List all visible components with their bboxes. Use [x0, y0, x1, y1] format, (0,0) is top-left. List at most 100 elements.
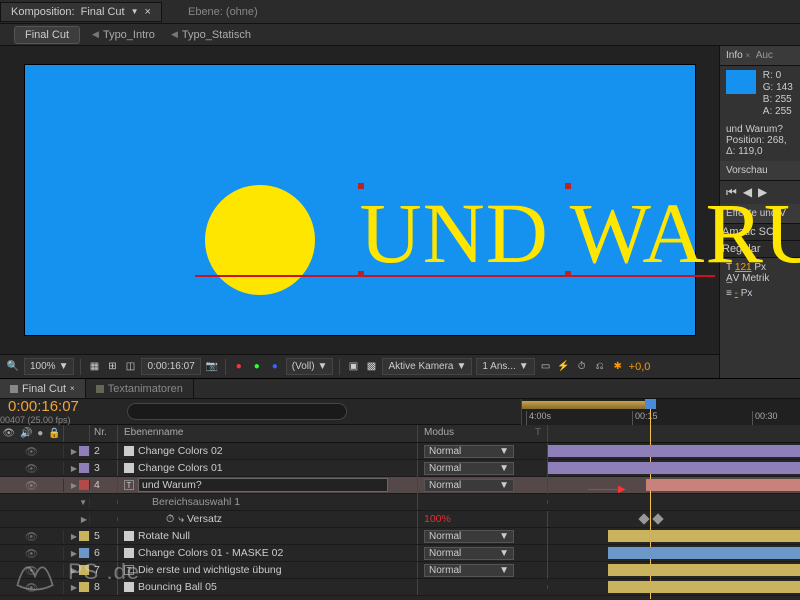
- solo-column-icon[interactable]: ●: [37, 428, 43, 439]
- blend-mode-dropdown[interactable]: Normal▼: [424, 564, 514, 577]
- layer-duration-bar[interactable]: [608, 581, 800, 593]
- layer-name-cell[interactable]: Bereichsauswahl 1: [118, 494, 418, 510]
- visibility-toggle[interactable]: 👁: [25, 479, 38, 492]
- layer-name-cell[interactable]: Bouncing Ball 05: [118, 579, 418, 595]
- selection-handle[interactable]: [565, 271, 571, 277]
- track-area[interactable]: [548, 528, 800, 544]
- layer-duration-bar[interactable]: [608, 564, 800, 576]
- layer-property-row[interactable]: ▼ Bereichsauswahl 1: [0, 494, 800, 511]
- resolution-dropdown[interactable]: (Voll)▼: [286, 358, 334, 375]
- visibility-toggle[interactable]: 👁: [25, 581, 38, 594]
- layer-duration-bar[interactable]: [608, 530, 800, 542]
- dropdown-icon[interactable]: ▼: [131, 7, 139, 16]
- mask-icon[interactable]: ◫: [123, 360, 137, 374]
- label-color[interactable]: [79, 548, 89, 558]
- twirl-icon[interactable]: ▼: [77, 498, 89, 507]
- label-color[interactable]: [79, 463, 89, 473]
- layer-search-input[interactable]: [127, 403, 347, 420]
- visibility-toggle[interactable]: 👁: [25, 462, 38, 475]
- twirl-icon[interactable]: ▶: [69, 549, 79, 558]
- layer-duration-bar[interactable]: [548, 445, 800, 457]
- track-area[interactable]: [548, 443, 800, 459]
- roi-icon[interactable]: ▣: [346, 360, 360, 374]
- title-text-layer[interactable]: UND WARUM: [360, 183, 800, 283]
- timeline-tab[interactable]: Textanimatoren: [86, 379, 194, 398]
- twirl-icon[interactable]: ▶: [69, 481, 79, 490]
- channel-icon[interactable]: ●: [250, 360, 264, 374]
- time-ruler[interactable]: 4:00s 00:15 00:30: [522, 399, 800, 425]
- layer-property-row[interactable]: ▶⏱ ⤷ Versatz100%: [0, 511, 800, 528]
- current-time[interactable]: 0:00:16:07: [141, 358, 200, 375]
- fast-preview-icon[interactable]: ⚡: [557, 360, 571, 374]
- label-color[interactable]: [79, 531, 89, 541]
- timeline-tab-active[interactable]: Final Cut×: [0, 379, 86, 398]
- lock-column-icon[interactable]: 🔒: [48, 428, 60, 439]
- preview-tab[interactable]: Vorschau: [720, 161, 800, 181]
- breadcrumb-item[interactable]: ◀Typo_Intro: [88, 29, 159, 41]
- twirl-icon[interactable]: ▶: [69, 566, 79, 575]
- grid-icon[interactable]: ▦: [87, 360, 101, 374]
- col-header-mode[interactable]: ModusT: [418, 425, 548, 442]
- snapshot-icon[interactable]: 📷: [205, 360, 219, 374]
- layer-row[interactable]: 👁▶7T Die erste und wichtigste übungNorma…: [0, 562, 800, 579]
- audio-column-icon[interactable]: 🔊: [20, 428, 32, 439]
- twirl-icon[interactable]: ▶: [69, 532, 79, 541]
- twirl-icon[interactable]: ▶: [69, 447, 79, 456]
- visibility-toggle[interactable]: 👁: [25, 564, 38, 577]
- twirl-icon[interactable]: ▶: [69, 583, 79, 592]
- blend-mode-dropdown[interactable]: Normal▼: [424, 479, 514, 492]
- layer-duration-bar[interactable]: [608, 547, 800, 559]
- breadcrumb-item[interactable]: ◀Typo_Statisch: [167, 29, 255, 41]
- channel-icon[interactable]: ●: [232, 360, 246, 374]
- flowchart-icon[interactable]: ⎌: [593, 360, 607, 374]
- layer-row[interactable]: 👁▶6 Change Colors 01 - MASKE 02Normal▼: [0, 545, 800, 562]
- selection-handle[interactable]: [358, 183, 364, 189]
- track-area[interactable]: [548, 460, 800, 476]
- track-area[interactable]: [548, 545, 800, 561]
- visibility-toggle[interactable]: 👁: [25, 530, 38, 543]
- layer-duration-bar[interactable]: [548, 462, 800, 474]
- timeline-icon[interactable]: ⏱: [575, 360, 589, 374]
- track-area[interactable]: [548, 562, 800, 578]
- layer-row[interactable]: 👁▶5 Rotate NullNormal▼: [0, 528, 800, 545]
- visibility-toggle[interactable]: 👁: [25, 445, 38, 458]
- keyframe-diamond[interactable]: [638, 513, 649, 524]
- pixel-aspect-icon[interactable]: ▭: [539, 360, 553, 374]
- channel-icon[interactable]: ●: [268, 360, 282, 374]
- current-time-display[interactable]: 0:00:16:07: [0, 398, 87, 415]
- track-area[interactable]: [548, 494, 800, 510]
- layer-name-input[interactable]: [138, 478, 388, 492]
- layer-name-cell[interactable]: Change Colors 01 - MASKE 02: [118, 545, 418, 561]
- stopwatch-icon[interactable]: ⏱: [166, 513, 174, 526]
- layer-row[interactable]: 👁▶8 Bouncing Ball 05: [0, 579, 800, 596]
- views-dropdown[interactable]: 1 Ans...▼: [476, 358, 534, 375]
- comp-canvas[interactable]: UND WARUM: [25, 65, 695, 335]
- label-color[interactable]: [79, 480, 89, 490]
- magnify-icon[interactable]: 🔍: [6, 360, 20, 374]
- label-color[interactable]: [79, 446, 89, 456]
- twirl-icon[interactable]: ▶: [69, 464, 79, 473]
- layer-row[interactable]: 👁▶3 Change Colors 01Normal▼: [0, 460, 800, 477]
- track-area[interactable]: [548, 511, 800, 527]
- keyframe-diamond[interactable]: [652, 513, 663, 524]
- exposure-value[interactable]: +0,0: [629, 361, 651, 373]
- blend-mode-dropdown[interactable]: Normal▼: [424, 445, 514, 458]
- layer-name-cell[interactable]: Change Colors 01: [118, 460, 418, 476]
- label-color[interactable]: [79, 582, 89, 592]
- visibility-toggle[interactable]: 👁: [25, 547, 38, 560]
- blend-mode-dropdown[interactable]: Normal▼: [424, 462, 514, 475]
- layer-tab-empty[interactable]: Ebene: (ohne): [180, 3, 266, 21]
- col-header-name[interactable]: Ebenenname: [118, 425, 418, 442]
- composition-viewer[interactable]: UND WARUM: [0, 46, 719, 354]
- visibility-column-icon[interactable]: 👁: [2, 428, 15, 439]
- label-color[interactable]: [79, 565, 89, 575]
- col-header-nr[interactable]: Nr.: [90, 425, 118, 442]
- zoom-dropdown[interactable]: 100%▼: [24, 358, 74, 375]
- close-icon[interactable]: ×: [145, 6, 151, 18]
- layer-duration-bar[interactable]: [646, 479, 800, 491]
- track-area[interactable]: [548, 579, 800, 595]
- work-area-bar[interactable]: [522, 401, 654, 409]
- track-area[interactable]: ———▶: [548, 477, 800, 493]
- composition-tab[interactable]: Komposition: Final Cut ▼ ×: [0, 2, 162, 22]
- camera-dropdown[interactable]: Aktive Kamera▼: [382, 358, 472, 375]
